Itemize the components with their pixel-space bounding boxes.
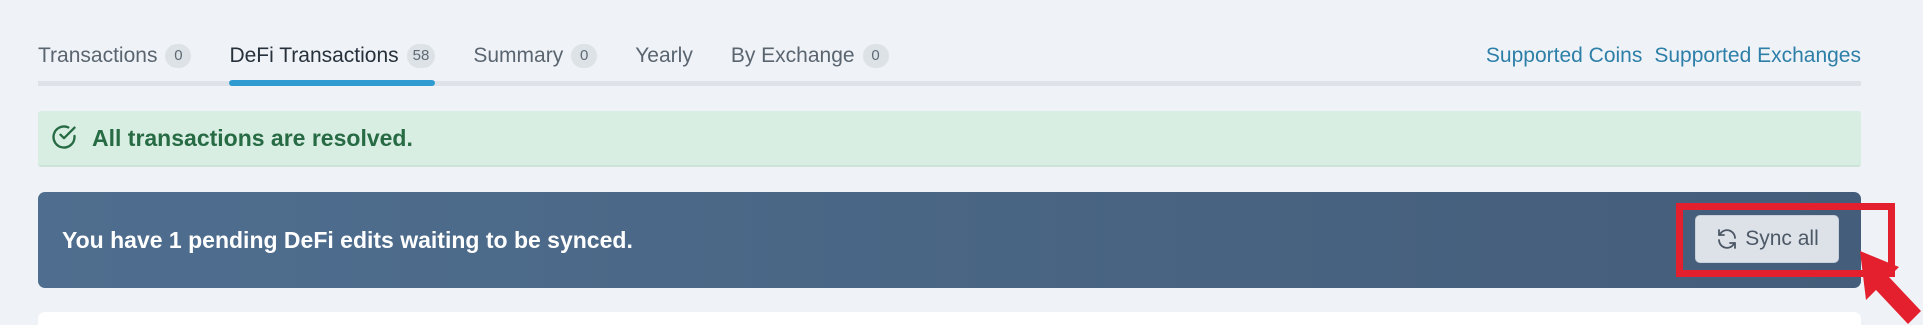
tab-label: By Exchange: [730, 43, 855, 67]
content-card: [38, 312, 1861, 325]
tab-count-badge: 0: [165, 43, 192, 68]
success-alert: All transactions are resolved.: [38, 111, 1861, 167]
tab-label: Summary: [473, 43, 564, 67]
check-circle-icon: [50, 123, 80, 153]
tab-summary[interactable]: Summary 0: [473, 30, 598, 81]
tab-yearly[interactable]: Yearly: [635, 30, 693, 81]
tab-transactions[interactable]: Transactions 0: [38, 30, 192, 81]
tab-count-badge: 0: [862, 43, 889, 68]
sync-all-button[interactable]: Sync all: [1695, 215, 1839, 263]
tab-bar: Transactions 0 DeFi Transactions 58 Summ…: [38, 30, 1861, 86]
supported-exchanges-link[interactable]: Supported Exchanges: [1654, 44, 1861, 68]
tab-count-badge: 58: [406, 43, 436, 68]
pending-sync-text: You have 1 pending DeFi edits waiting to…: [62, 226, 633, 253]
pointer-arrow-icon: [1860, 251, 1921, 324]
success-alert-text: All transactions are resolved.: [92, 124, 413, 151]
tab-label: Transactions: [38, 43, 158, 67]
tab-count-badge: 0: [571, 43, 598, 68]
pending-sync-banner: You have 1 pending DeFi edits waiting to…: [38, 192, 1895, 288]
page: Transactions 0 DeFi Transactions 58 Summ…: [0, 0, 1923, 325]
tab-by-exchange[interactable]: By Exchange 0: [731, 30, 889, 81]
supported-coins-link[interactable]: Supported Coins: [1486, 44, 1642, 68]
tab-label: Yearly: [635, 43, 693, 67]
tab-defi-transactions[interactable]: DeFi Transactions 58: [229, 30, 436, 86]
sync-icon: [1715, 227, 1739, 251]
tab-label: DeFi Transactions: [229, 43, 399, 67]
tab-links: Supported Coins Supported Exchanges: [1474, 30, 1861, 81]
sync-all-label: Sync all: [1745, 227, 1819, 250]
